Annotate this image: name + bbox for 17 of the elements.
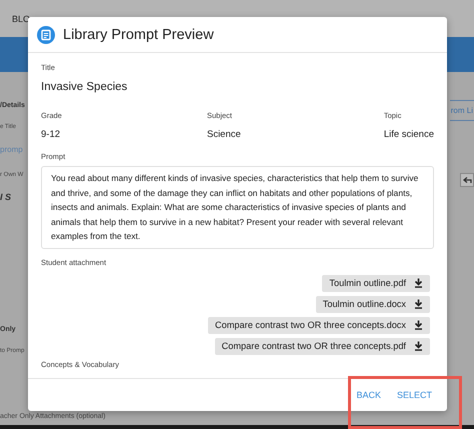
document-icon xyxy=(37,26,55,44)
download-icon xyxy=(414,299,423,309)
prompt-text: You read about many different kinds of invasive species, characteristics that help them to survive and thrive, and some of the damage they can inflict on habitats and other populations of plants, insects and animals. Explain: What are some characteristics of invasive species of plants and animals that help them to survive in a new habitat? Present your reader with several relevant examples from the text. xyxy=(41,166,434,248)
field-value: Life science xyxy=(384,129,434,140)
attachment-chip[interactable]: Compare contrast two OR three concepts.pdf xyxy=(214,338,430,354)
attachment-chip[interactable]: Toulmin outline.docx xyxy=(316,296,430,312)
attachment-chip[interactable]: Compare contrast two OR three concepts.docx xyxy=(208,316,430,334)
field-value: Science xyxy=(206,129,242,140)
field-value: Invasive Species xyxy=(41,81,128,93)
download-icon xyxy=(414,278,423,288)
field-value: 9-12 xyxy=(41,129,62,140)
download-icon xyxy=(414,320,423,330)
dialog-title: Library Prompt Preview xyxy=(63,26,214,42)
download-icon xyxy=(414,341,423,351)
format-toolbar[interactable]: I S xyxy=(0,186,12,208)
undo-icon[interactable] xyxy=(460,173,474,187)
attachment-chip[interactable]: Toulmin outline.pdf xyxy=(322,274,430,292)
